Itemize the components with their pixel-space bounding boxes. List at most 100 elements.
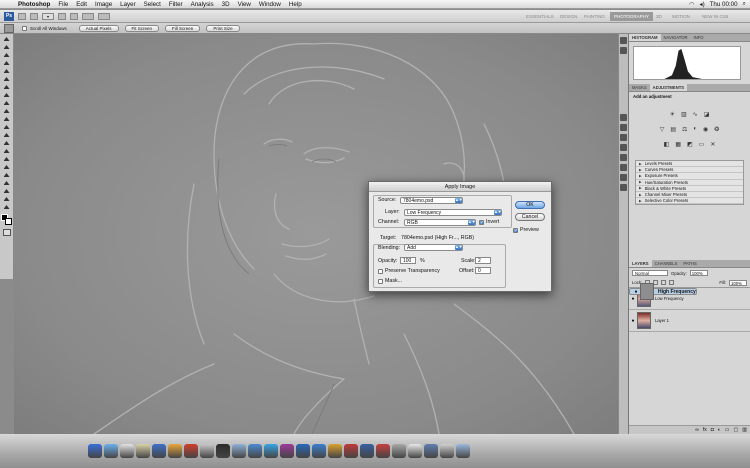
tab-channels[interactable]: CHANNELS xyxy=(652,260,681,267)
menu-window[interactable]: Window xyxy=(255,1,285,8)
tab-adjustments[interactable]: ADJUSTMENTS xyxy=(649,84,688,91)
tool-preset-icon[interactable] xyxy=(4,23,14,33)
dock-app-icon[interactable] xyxy=(200,444,214,458)
preserve-transparency-checkbox[interactable] xyxy=(378,269,383,274)
swatches-panel-icon[interactable] xyxy=(620,114,627,121)
rotate-view-icon[interactable] xyxy=(70,13,78,20)
menu-app[interactable]: Photoshop xyxy=(14,1,54,8)
shape-tool-icon[interactable] xyxy=(2,172,12,178)
dock-app-icon[interactable] xyxy=(280,444,294,458)
ok-button[interactable]: OK xyxy=(515,201,545,209)
workspace-essentials[interactable]: ESSENTIALS xyxy=(522,12,558,21)
delete-layer-icon[interactable]: ▥ xyxy=(742,427,747,433)
fill-field[interactable]: 100% xyxy=(729,279,747,286)
menu-view[interactable]: View xyxy=(234,1,255,8)
layer-select[interactable]: Low Frequency ▲▼ xyxy=(404,209,502,216)
scale-field[interactable]: 2 xyxy=(475,257,491,264)
new-adjustment-icon[interactable]: ◐ xyxy=(718,427,721,433)
tab-info[interactable]: INFO xyxy=(690,34,706,41)
eraser-tool-icon[interactable] xyxy=(2,116,12,122)
history-brush-tool-icon[interactable] xyxy=(2,108,12,114)
color-balance-icon[interactable]: ⚖ xyxy=(682,126,687,133)
tab-navigator[interactable]: NAVIGATOR xyxy=(661,34,691,41)
dock-app-icon[interactable] xyxy=(456,444,470,458)
invert-checkbox[interactable] xyxy=(479,220,484,226)
actions-panel-icon[interactable] xyxy=(620,47,627,54)
curves-icon[interactable]: ∿ xyxy=(693,111,698,118)
mini-bridge-icon[interactable] xyxy=(30,13,38,20)
dock-app-icon[interactable] xyxy=(104,444,118,458)
dock-app-icon[interactable] xyxy=(408,444,422,458)
menu-3d[interactable]: 3D xyxy=(218,1,234,8)
lock-all-icon[interactable] xyxy=(669,280,675,285)
dock-app-icon[interactable] xyxy=(88,444,102,458)
character-panel-icon[interactable] xyxy=(620,154,627,161)
tab-layers[interactable]: LAYERS xyxy=(629,260,652,267)
history-panel-icon[interactable] xyxy=(620,37,627,44)
gradient-map-icon[interactable]: ▭ xyxy=(699,141,705,148)
dock-app-icon[interactable] xyxy=(264,444,278,458)
vibrance-icon[interactable]: ▽ xyxy=(660,126,665,133)
crop-tool-icon[interactable] xyxy=(2,68,12,74)
dock-app-icon[interactable] xyxy=(152,444,166,458)
hand-tool-icon[interactable] xyxy=(2,196,12,202)
actual-pixels-button[interactable]: Actual Pixels xyxy=(78,24,119,32)
dock-app-icon[interactable] xyxy=(136,444,150,458)
color-swatches[interactable] xyxy=(0,214,13,226)
layer-row-layer-1[interactable]: ● Layer 1 xyxy=(629,310,750,332)
mask-checkbox[interactable] xyxy=(378,279,383,284)
arrange-documents-icon[interactable] xyxy=(82,13,94,20)
gradient-tool-icon[interactable] xyxy=(2,124,12,130)
dock-app-icon[interactable] xyxy=(424,444,438,458)
lock-position-icon[interactable] xyxy=(661,280,667,285)
link-layers-icon[interactable]: ∞ xyxy=(695,427,699,433)
healing-brush-tool-icon[interactable] xyxy=(2,84,12,90)
quick-mask-icon[interactable] xyxy=(2,229,11,236)
tool-presets-panel-icon[interactable] xyxy=(620,184,627,191)
blending-select[interactable]: Add ▲▼ xyxy=(404,244,463,251)
quick-select-tool-icon[interactable] xyxy=(2,60,12,66)
new-group-icon[interactable]: ▭ xyxy=(725,427,730,433)
marquee-tool-icon[interactable] xyxy=(2,44,12,50)
styles-panel-icon[interactable] xyxy=(620,124,627,131)
hand-icon[interactable] xyxy=(58,13,66,20)
blur-tool-icon[interactable] xyxy=(2,132,12,138)
offset-field[interactable]: 0 xyxy=(475,267,491,274)
type-tool-icon[interactable] xyxy=(2,156,12,162)
layer-style-icon[interactable]: fx xyxy=(703,427,707,433)
menu-layer[interactable]: Layer xyxy=(116,1,139,8)
menubar-clock[interactable]: Thu 00:00 xyxy=(710,1,738,8)
clone-source-panel-icon[interactable] xyxy=(620,144,627,151)
invert-icon[interactable]: ◧ xyxy=(664,141,670,148)
eyedropper-tool-icon[interactable] xyxy=(2,76,12,82)
dock-app-icon[interactable] xyxy=(440,444,454,458)
workspace-motion[interactable]: MOTION xyxy=(668,12,694,21)
tab-paths[interactable]: PATHS xyxy=(680,260,699,267)
dock-app-icon[interactable] xyxy=(248,444,262,458)
dock-app-icon[interactable] xyxy=(392,444,406,458)
black-white-icon[interactable]: ◐ xyxy=(693,126,697,133)
preview-checkbox[interactable] xyxy=(513,228,518,234)
workspace-painting[interactable]: PAINTING xyxy=(580,12,609,21)
exposure-icon[interactable]: ◪ xyxy=(704,111,710,118)
workspace-3d[interactable]: 3D xyxy=(652,12,666,21)
layer-visibility-eye-icon[interactable]: ● xyxy=(629,296,637,302)
menu-file[interactable]: File xyxy=(54,1,72,8)
3d-orbit-tool-icon[interactable] xyxy=(2,188,12,194)
dock-app-icon[interactable] xyxy=(232,444,246,458)
brushes-panel-icon[interactable] xyxy=(620,134,627,141)
dock-app-icon[interactable] xyxy=(120,444,134,458)
hue-saturation-icon[interactable]: ▤ xyxy=(670,126,676,133)
add-mask-icon[interactable]: ◘ xyxy=(711,427,714,433)
print-size-button[interactable]: Print Size xyxy=(206,24,240,32)
opacity-field[interactable]: 100% xyxy=(689,270,708,276)
layer-name[interactable]: High Frequency xyxy=(658,289,696,295)
menu-help[interactable]: Help xyxy=(285,1,306,8)
dock-app-icon[interactable] xyxy=(360,444,374,458)
blend-mode-select[interactable]: Normal xyxy=(632,270,668,276)
layer-visibility-eye-icon[interactable]: ● xyxy=(632,289,640,295)
zoom-tool-icon[interactable] xyxy=(2,204,12,210)
threshold-icon[interactable]: ◩ xyxy=(687,141,693,148)
screen-mode-icon[interactable] xyxy=(98,13,110,20)
brightness-icon[interactable]: ☀ xyxy=(670,111,675,118)
